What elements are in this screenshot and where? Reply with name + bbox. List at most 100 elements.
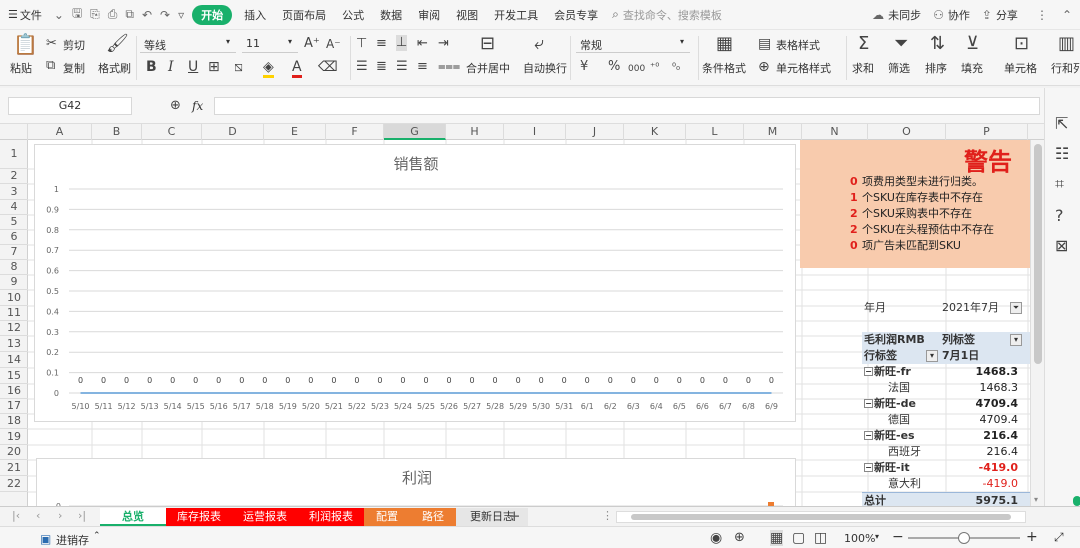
paste-button[interactable]: 粘贴 xyxy=(10,60,32,76)
eye-protection-icon[interactable]: ◉ xyxy=(710,530,722,546)
tab-home[interactable]: 开始 xyxy=(192,4,233,25)
filter-dropdown-icon[interactable]: ⏷ xyxy=(1010,302,1022,314)
italic-button[interactable]: I xyxy=(168,59,174,75)
increase-font-icon[interactable]: A⁺ xyxy=(304,36,320,52)
pivot-detail-row[interactable]: 西班牙 216.4 xyxy=(862,444,1030,460)
sheet-tab[interactable]: 运营报表 xyxy=(232,508,298,526)
collaborate-button[interactable]: 协作 xyxy=(948,7,970,23)
sheet-tab[interactable]: 利润报表 xyxy=(298,508,364,526)
row-col-icon[interactable]: ▥ xyxy=(1058,35,1075,53)
tab-review[interactable]: 审阅 xyxy=(418,7,440,23)
tab-menu-icon[interactable]: ⋮ xyxy=(602,509,613,522)
file-menu[interactable]: 文件 xyxy=(20,7,42,23)
share-button[interactable]: 分享 xyxy=(996,7,1018,23)
fx-label[interactable]: fx xyxy=(192,99,203,113)
first-sheet-icon[interactable]: |‹ xyxy=(12,509,20,522)
bold-button[interactable]: B xyxy=(146,59,157,75)
pivot-detail-row[interactable]: 法国 1468.3 xyxy=(862,380,1030,396)
formula-input[interactable] xyxy=(214,97,1040,115)
currency-icon[interactable]: ¥ xyxy=(580,59,588,75)
horizontal-scrollbar[interactable] xyxy=(616,511,1026,523)
align-top-icon[interactable]: ⊤ xyxy=(356,36,367,52)
row-header-13[interactable]: 13 xyxy=(0,336,28,352)
pivot-filter-value[interactable]: 2021年7月 xyxy=(942,300,999,316)
column-header-g[interactable]: G xyxy=(384,124,446,140)
column-header-j[interactable]: J xyxy=(566,124,624,140)
pivot-detail-row[interactable]: 意大利 -419.0 xyxy=(862,476,1030,492)
column-header-c[interactable]: C xyxy=(142,124,202,140)
cell-style-icon[interactable]: ⊕ xyxy=(758,59,770,75)
align-bottom-icon[interactable]: ⊥ xyxy=(396,35,408,51)
row-header-17[interactable]: 17 xyxy=(0,399,28,414)
increase-decimal-icon[interactable]: ⁺⁰ xyxy=(650,60,659,76)
filter-icon[interactable]: ⏷ xyxy=(894,35,908,53)
sort-button[interactable]: 排序 xyxy=(925,60,947,76)
row-header-3[interactable]: 3 xyxy=(0,184,28,200)
tab-developer[interactable]: 开发工具 xyxy=(494,7,538,23)
unsync-button[interactable]: 未同步 xyxy=(888,7,921,23)
thousands-button[interactable]: 000 xyxy=(628,61,645,77)
row-header-4[interactable]: 4 xyxy=(0,200,28,215)
sheet-tab[interactable]: 总览 xyxy=(100,508,166,526)
sheet-tab[interactable]: 库存报表 xyxy=(166,508,232,526)
row-header-11[interactable]: 11 xyxy=(0,306,28,321)
input-method-icon[interactable]: ⊕ xyxy=(734,530,745,546)
sales-chart[interactable]: 销售额 1 0.9 0.8 0.7 0.6 0.5 0.4 0.3 0.2 0.1 0 5/10 0 5/… xyxy=(34,144,796,422)
copy-button[interactable]: 复制 xyxy=(63,60,85,76)
conditional-format-button[interactable]: 条件格式 xyxy=(702,60,746,76)
border-icon[interactable]: ⊞ xyxy=(208,59,220,75)
next-sheet-icon[interactable]: › xyxy=(58,509,62,522)
pivot-table[interactable]: 年月 2021年7月 ⏷ 毛利润RMB 列标签 ▾ 行标签 ▾ 7月1日 − 新旺… xyxy=(862,300,1030,506)
name-box[interactable]: G42 xyxy=(8,97,132,115)
pivot-group-row[interactable]: − 新旺-de 4709.4 xyxy=(862,396,1030,412)
scroll-down-icon[interactable]: ▾ xyxy=(1034,495,1038,504)
clear-format-icon[interactable]: ⌫ xyxy=(318,59,338,75)
collapse-ribbon-icon[interactable]: ⌃ xyxy=(1062,8,1072,22)
sheet-tab[interactable]: 路径 xyxy=(410,508,456,526)
distributed-icon[interactable]: ⩶ xyxy=(438,59,460,75)
column-header-i[interactable]: I xyxy=(504,124,566,140)
search-icon[interactable]: ⌕ xyxy=(612,7,619,22)
row-header-21[interactable]: 21 xyxy=(0,460,28,476)
fullscreen-icon[interactable]: ⤢ xyxy=(1054,530,1064,545)
wrap-text-button[interactable]: 自动换行 xyxy=(523,60,567,76)
sort-icon[interactable]: ⇅ xyxy=(930,35,945,53)
decrease-decimal-icon[interactable]: ⁰₀ xyxy=(672,60,680,76)
collapse-icon[interactable]: − xyxy=(864,399,873,408)
tab-insert[interactable]: 插入 xyxy=(244,7,266,23)
export-pdf-icon[interactable]: ⎘ xyxy=(90,7,100,22)
zoom-in-icon[interactable]: + xyxy=(1026,529,1038,545)
collapse-icon[interactable]: − xyxy=(864,431,873,440)
column-header-o[interactable]: O xyxy=(868,124,946,140)
column-header-f[interactable]: F xyxy=(326,124,384,140)
font-color-icon[interactable]: A xyxy=(292,59,302,78)
row-header-8[interactable]: 8 xyxy=(0,260,28,275)
cell-style-button[interactable]: 单元格样式 xyxy=(776,60,831,76)
row-header-15[interactable]: 15 xyxy=(0,368,28,384)
last-sheet-icon[interactable]: ›| xyxy=(78,509,86,522)
print-icon[interactable]: ⎙ xyxy=(108,7,118,22)
row-header-7[interactable]: 7 xyxy=(0,245,28,260)
indent-increase-icon[interactable]: ⇥ xyxy=(438,36,449,52)
zoom-formula-icon[interactable]: ⊕ xyxy=(170,98,181,114)
select-cursor-icon[interactable]: ⇱ xyxy=(1055,116,1068,132)
properties-icon[interactable]: ☷ xyxy=(1055,146,1069,162)
chevron-down-icon[interactable]: ⌄ xyxy=(54,8,64,22)
filter-button[interactable]: 筛选 xyxy=(888,60,910,76)
decrease-font-icon[interactable]: A⁻ xyxy=(326,36,341,52)
align-left-icon[interactable]: ☰ xyxy=(356,59,368,75)
underline-button[interactable]: U xyxy=(188,59,198,75)
hamburger-icon[interactable]: ☰ xyxy=(8,8,18,21)
zoom-dropdown-icon[interactable]: ▾ xyxy=(875,532,879,541)
add-sheet-icon[interactable]: + xyxy=(508,507,521,525)
cell-button[interactable]: 单元格 xyxy=(1004,60,1037,76)
number-format-select[interactable]: 常规 ▾ xyxy=(576,35,690,53)
profit-chart[interactable]: 利润 0 xyxy=(36,458,796,506)
share-icon[interactable]: ⇪ xyxy=(982,8,992,22)
column-header-l[interactable]: L xyxy=(686,124,744,140)
vertical-scrollbar[interactable]: ▾ xyxy=(1030,140,1044,506)
merge-icon[interactable]: ⊟ xyxy=(480,35,495,53)
collaborate-icon[interactable]: ⚇ xyxy=(933,8,944,22)
page-break-view-icon[interactable]: ◫ xyxy=(814,530,827,546)
font-size-select[interactable]: 11 ▾ xyxy=(242,35,298,53)
